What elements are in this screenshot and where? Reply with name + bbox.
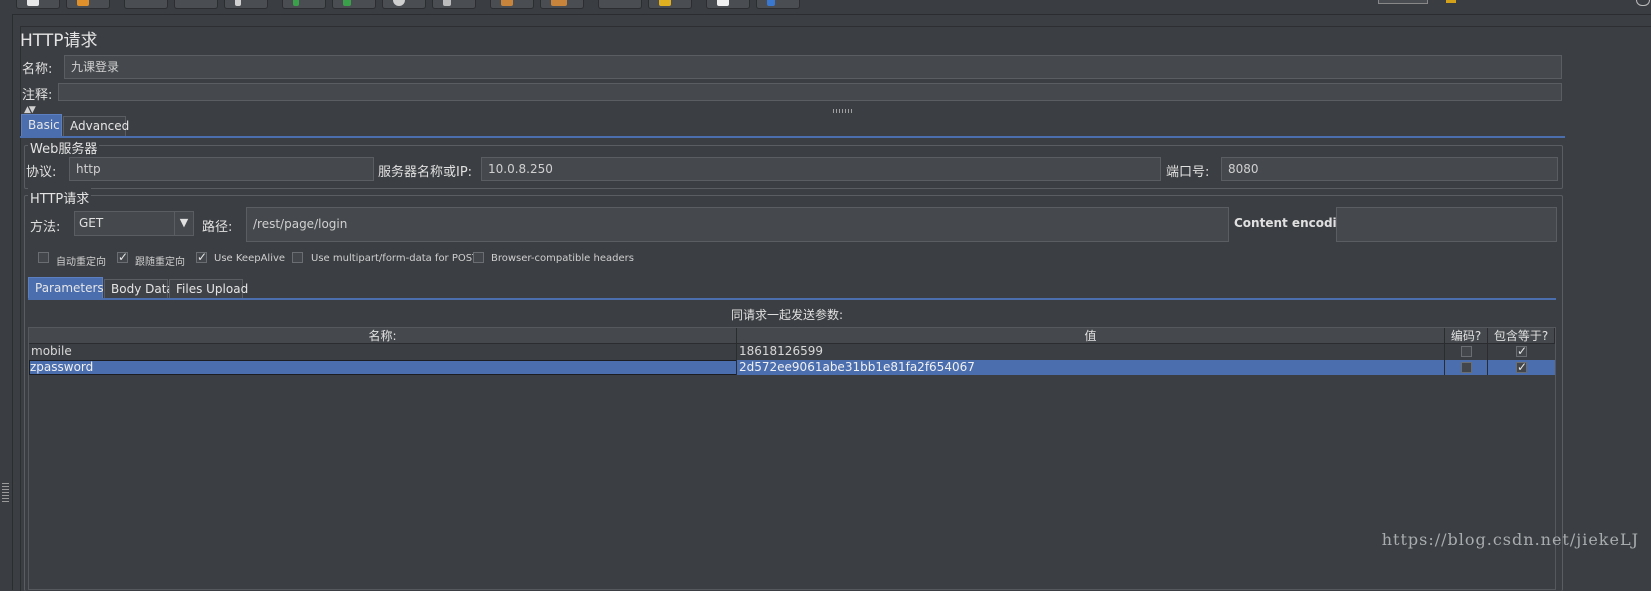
web-server-title: Web服务器 <box>28 138 100 157</box>
tab-basic[interactable]: Basic <box>21 114 62 136</box>
splitter-grip-horizontal[interactable] <box>833 109 853 113</box>
auto-redirect-checkbox[interactable] <box>38 252 49 263</box>
include-equals-checkbox[interactable]: ✓ <box>1516 344 1528 358</box>
method-select[interactable]: GET ▼ <box>74 211 194 236</box>
column-divider <box>1444 344 1445 375</box>
browser-headers-label: Browser-compatible headers <box>491 253 634 264</box>
column-divider <box>1487 344 1488 375</box>
stop-icon[interactable] <box>432 0 476 9</box>
comment-label: 注释: <box>22 88 53 103</box>
tab-files-upload[interactable]: Files Upload <box>169 279 248 298</box>
table-row-value[interactable]: 18618126599 <box>737 344 1445 359</box>
comment-field[interactable] <box>58 83 1562 101</box>
search-icon[interactable] <box>598 0 642 9</box>
check-icon: ✓ <box>197 250 208 264</box>
help-icon[interactable] <box>756 0 800 9</box>
http-request-title: HTTP请求 <box>28 188 92 207</box>
tab-parameters[interactable]: Parameters <box>28 277 104 298</box>
new-icon[interactable] <box>16 0 60 9</box>
name-label: 名称: <box>22 62 53 77</box>
clear-all-icon[interactable] <box>540 0 584 9</box>
clear-icon[interactable] <box>490 0 534 9</box>
cut-icon[interactable] <box>224 0 268 9</box>
table-row-name[interactable]: mobile <box>29 344 737 359</box>
port-field[interactable]: 8080 <box>1221 157 1558 181</box>
warning-icon <box>1446 0 1456 3</box>
include-equals-checkbox[interactable]: ✓ <box>1516 360 1528 374</box>
table-row-name[interactable]: zpassword <box>29 360 737 375</box>
toolbar <box>0 0 1651 15</box>
params-tab-underline <box>28 298 1556 300</box>
protocol-label: 协议: <box>26 165 57 180</box>
check-icon: ✓ <box>1517 344 1528 358</box>
tab-underline <box>20 136 1565 138</box>
column-header-value[interactable]: 值 <box>737 328 1445 344</box>
function-helper-icon[interactable] <box>706 0 750 9</box>
multipart-label: Use multipart/form-data for POST <box>311 253 479 264</box>
multipart-checkbox[interactable] <box>292 252 303 263</box>
table-row-value[interactable]: 2d572ee9061abe31bb1e81fa2f654067 <box>737 360 1445 375</box>
column-divider <box>736 344 737 375</box>
follow-redirect-label: 跟随重定向 <box>135 257 185 268</box>
protocol-field[interactable]: http <box>69 157 374 181</box>
copy-icon[interactable] <box>282 0 326 9</box>
browser-headers-checkbox[interactable] <box>473 252 484 263</box>
tab-body-data[interactable]: Body Data <box>104 279 174 298</box>
page-title: HTTP请求 <box>20 31 98 51</box>
open-icon[interactable] <box>124 0 168 9</box>
left-strip <box>0 14 13 590</box>
method-label: 方法: <box>30 220 61 235</box>
column-header-encode[interactable]: 编码? <box>1445 328 1488 344</box>
column-header-include-equals[interactable]: 包含等于? <box>1488 328 1555 344</box>
method-value: GET <box>79 216 104 230</box>
paste-icon[interactable] <box>332 0 376 9</box>
port-label: 端口号: <box>1166 165 1210 180</box>
save-icon[interactable] <box>174 0 218 9</box>
encode-checkbox[interactable] <box>1461 362 1472 373</box>
encode-checkbox[interactable] <box>1461 346 1472 357</box>
template-icon[interactable] <box>66 0 110 9</box>
status-icon <box>1636 0 1650 6</box>
encoding-field[interactable] <box>1336 207 1557 242</box>
splitter-grip[interactable] <box>2 482 9 502</box>
reset-search-icon[interactable] <box>648 0 692 9</box>
chevron-down-icon[interactable]: ▼ <box>174 212 193 235</box>
check-icon: ✓ <box>118 250 129 264</box>
auto-redirect-label: 自动重定向 <box>56 257 106 268</box>
path-field[interactable]: /rest/page/login <box>246 207 1229 242</box>
server-label: 服务器名称或IP: <box>378 165 473 180</box>
thread-counter <box>1378 0 1428 4</box>
name-field[interactable]: 九课登录 <box>64 55 1562 79</box>
tab-advanced[interactable]: Advanced <box>63 116 129 136</box>
start-icon[interactable] <box>382 0 426 9</box>
watermark: https://blog.csdn.net/jiekeLJ <box>1381 530 1639 549</box>
check-icon: ✓ <box>1517 360 1528 374</box>
follow-redirect-checkbox[interactable]: ✓ <box>117 250 129 264</box>
column-header-name[interactable]: 名称: <box>29 328 737 344</box>
keepalive-checkbox[interactable]: ✓ <box>196 250 208 264</box>
keepalive-label: Use KeepAlive <box>214 253 286 264</box>
path-label: 路径: <box>202 220 233 235</box>
params-caption: 同请求一起发送参数: <box>731 308 844 322</box>
server-field[interactable]: 10.0.8.250 <box>481 157 1161 181</box>
